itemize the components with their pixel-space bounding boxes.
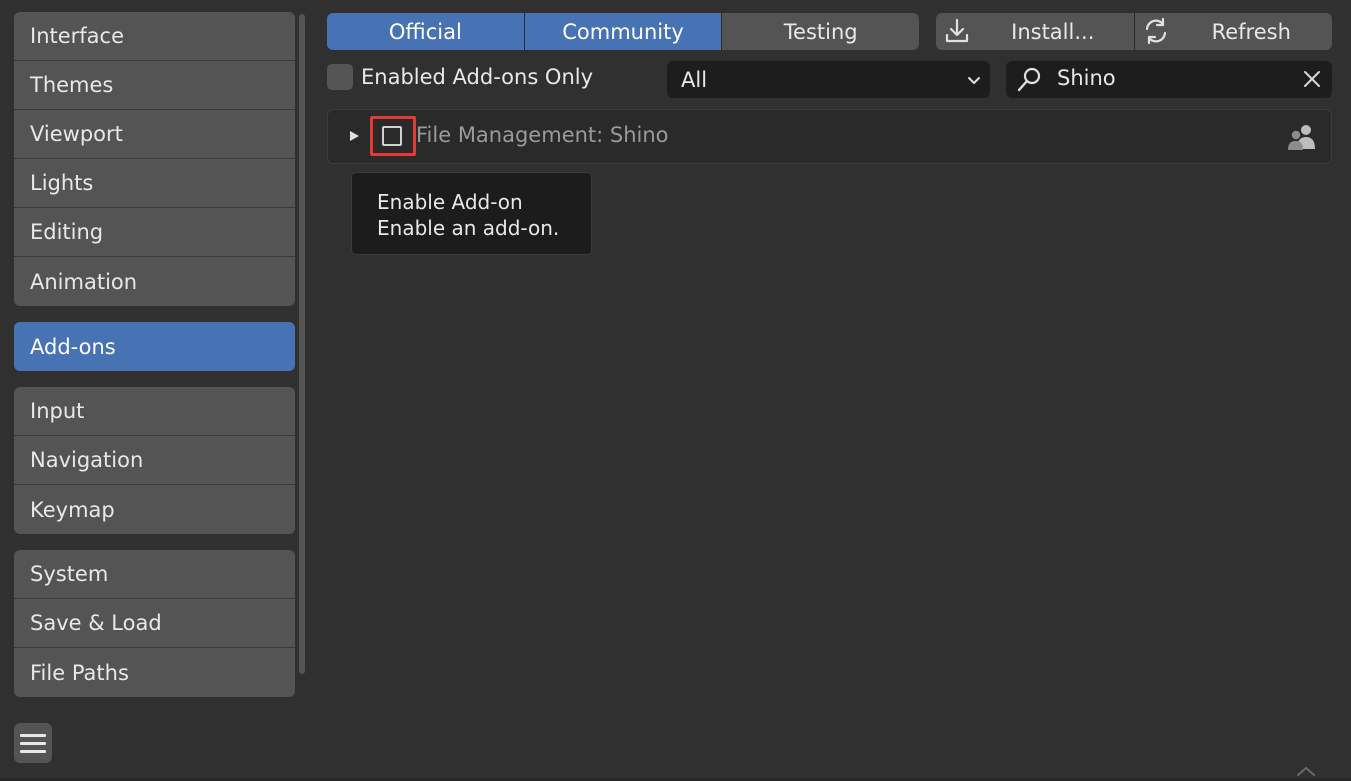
menu-line	[20, 741, 46, 745]
sidebar-item-interface[interactable]: Interface	[14, 12, 295, 61]
enable-addon-checkbox[interactable]	[382, 126, 402, 146]
sidebar-item-keymap[interactable]: Keymap	[14, 485, 295, 534]
sidebar-item-input[interactable]: Input	[14, 387, 295, 436]
sidebar-item-themes[interactable]: Themes	[14, 61, 295, 110]
enable-addon-tooltip: Enable Add-on Enable an add-on.	[351, 172, 592, 255]
refresh-button[interactable]: Refresh	[1134, 13, 1332, 50]
sidebar-group-general: Interface Themes Viewport Lights Editing…	[14, 12, 295, 306]
category-dropdown[interactable]: All	[667, 61, 990, 98]
tooltip-title: Enable Add-on	[377, 190, 523, 214]
addon-row: File Management: Shino	[327, 109, 1332, 164]
refresh-icon	[1145, 17, 1166, 45]
sidebar-item-editing[interactable]: Editing	[14, 208, 295, 257]
menu-line	[20, 733, 46, 737]
chevron-up-icon[interactable]	[1295, 765, 1317, 777]
tooltip-description: Enable an add-on.	[377, 216, 560, 240]
sidebar-item-save-load[interactable]: Save & Load	[14, 599, 295, 648]
search-value: Shino	[1057, 66, 1116, 90]
install-button[interactable]: Install...	[936, 13, 1135, 50]
enabled-addons-only-toggle[interactable]: Enabled Add-ons Only	[327, 64, 593, 90]
close-icon[interactable]	[1302, 69, 1322, 89]
sidebar-item-add-ons[interactable]: Add-ons	[14, 322, 295, 371]
sidebar-group-system: System Save & Load File Paths	[14, 550, 295, 697]
chevron-down-icon	[968, 77, 980, 84]
sidebar-scrollbar[interactable]	[299, 14, 305, 674]
sidebar-item-animation[interactable]: Animation	[14, 257, 295, 306]
sidebar-item-lights[interactable]: Lights	[14, 159, 295, 208]
hamburger-menu-icon[interactable]	[14, 723, 52, 763]
repository-tabs: Official Community Testing	[327, 13, 919, 50]
preferences-window: Interface Themes Viewport Lights Editing…	[0, 0, 1351, 781]
preferences-sidebar: Interface Themes Viewport Lights Editing…	[14, 12, 295, 713]
sidebar-group-addons: Add-ons	[14, 322, 295, 371]
search-icon	[1017, 67, 1041, 92]
tab-official[interactable]: Official	[327, 13, 525, 50]
sidebar-item-viewport[interactable]: Viewport	[14, 110, 295, 159]
tab-testing[interactable]: Testing	[722, 13, 919, 50]
sidebar-group-input: Input Navigation Keymap	[14, 387, 295, 534]
addon-search-input[interactable]: Shino	[1006, 61, 1332, 98]
disclosure-triangle-icon[interactable]	[348, 129, 360, 143]
menu-line	[20, 749, 46, 753]
download-icon	[945, 18, 969, 43]
enabled-only-label: Enabled Add-ons Only	[361, 65, 594, 89]
community-icon	[1288, 125, 1315, 150]
tab-community[interactable]: Community	[524, 13, 723, 50]
addon-actions: Install... Refresh	[936, 13, 1332, 50]
enabled-only-checkbox[interactable]	[327, 64, 353, 90]
sidebar-item-navigation[interactable]: Navigation	[14, 436, 295, 485]
sidebar-item-file-paths[interactable]: File Paths	[14, 648, 295, 697]
addon-name: File Management: Shino	[416, 123, 669, 147]
sidebar-item-system[interactable]: System	[14, 550, 295, 599]
category-value: All	[681, 67, 708, 92]
